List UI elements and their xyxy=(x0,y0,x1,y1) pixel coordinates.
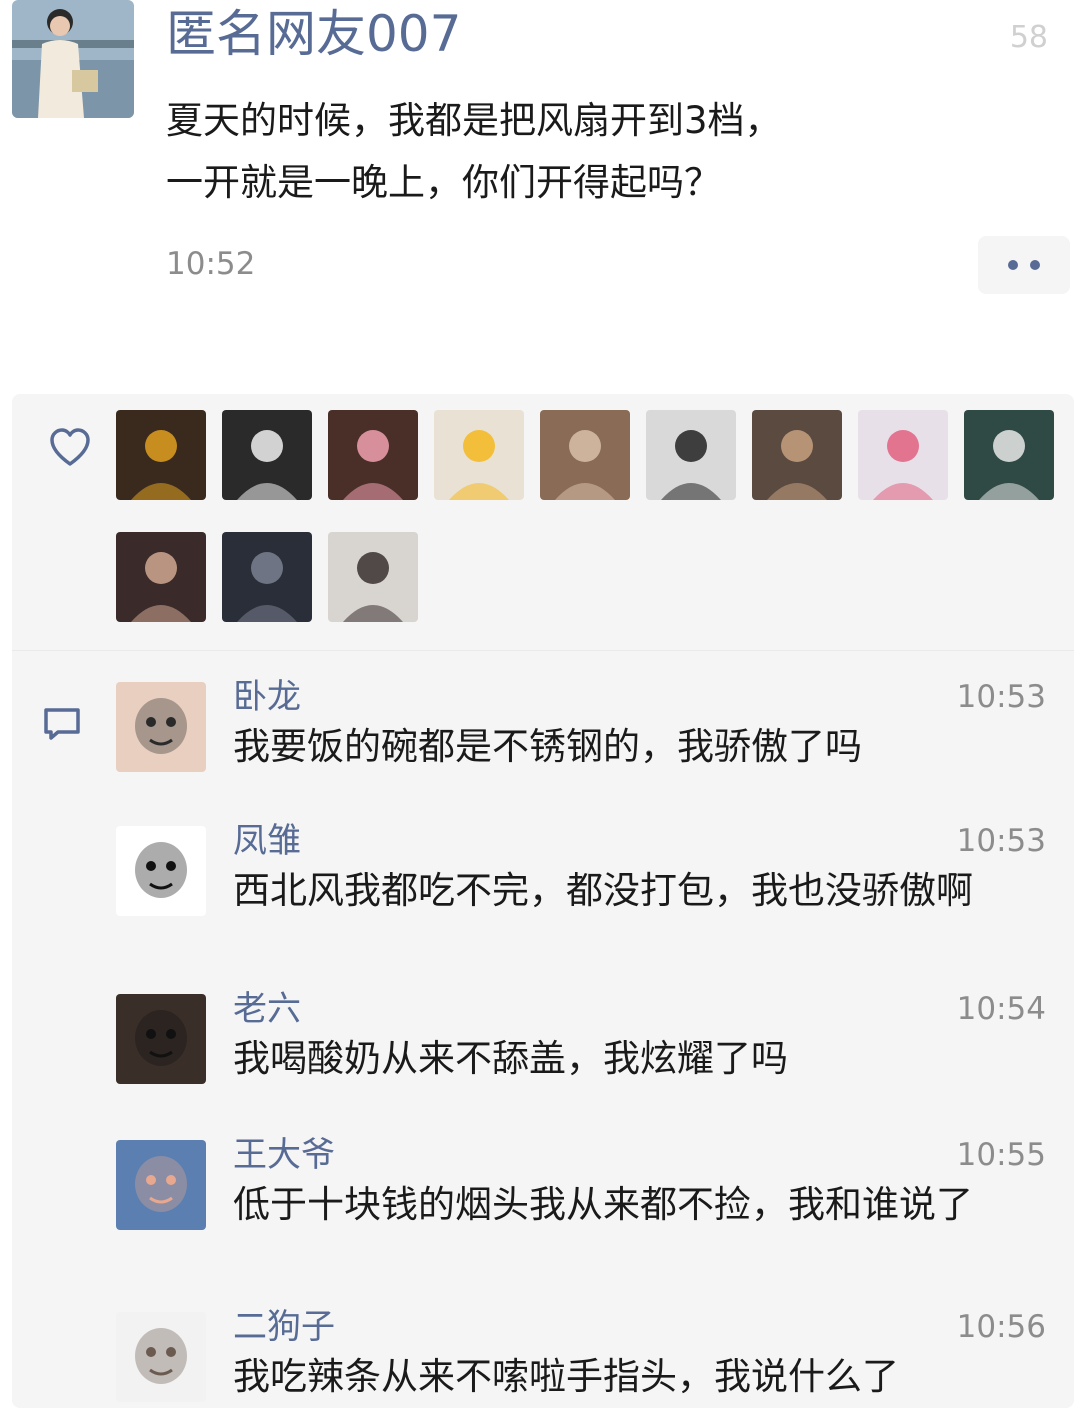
like-avatar[interactable] xyxy=(116,532,206,622)
like-avatar[interactable] xyxy=(222,410,312,500)
like-avatar[interactable] xyxy=(328,410,418,500)
post-timestamp: 10:52 xyxy=(166,246,256,282)
comment-text: 西北风我都吃不完，都没打包，我也没骄傲啊 xyxy=(233,869,973,912)
like-avatar[interactable] xyxy=(434,410,524,500)
comment-icon xyxy=(44,708,80,740)
like-avatar[interactable] xyxy=(858,410,948,500)
like-avatar[interactable] xyxy=(328,532,418,622)
commenter-name[interactable]: 卧龙 xyxy=(233,674,301,720)
like-avatar[interactable] xyxy=(964,410,1054,500)
comment-text: 我要饭的碗都是不锈钢的，我骄傲了吗 xyxy=(233,725,862,768)
commenter-avatar[interactable] xyxy=(116,994,206,1084)
like-avatar[interactable] xyxy=(116,410,206,500)
post-content-line: 一开就是一晚上，你们开得起吗？ xyxy=(166,161,721,204)
commenter-name[interactable]: 二狗子 xyxy=(233,1304,335,1350)
poster-avatar[interactable] xyxy=(12,0,134,118)
comment-timestamp: 10:56 xyxy=(956,1309,1046,1345)
comment-text: 我吃辣条从来不嗦啦手指头，我说什么了 xyxy=(233,1355,899,1398)
commenter-name[interactable]: 老六 xyxy=(233,986,301,1032)
commenter-avatar[interactable] xyxy=(116,682,206,772)
like-avatar[interactable] xyxy=(752,410,842,500)
comment-timestamp: 10:53 xyxy=(956,823,1046,859)
corner-mark: 58 xyxy=(1009,20,1048,55)
like-avatar[interactable] xyxy=(646,410,736,500)
like-avatar[interactable] xyxy=(222,532,312,622)
dot-icon xyxy=(1030,260,1040,270)
commenter-name[interactable]: 王大爷 xyxy=(233,1132,335,1178)
commenter-avatar[interactable] xyxy=(116,1312,206,1402)
commenter-avatar[interactable] xyxy=(116,1140,206,1230)
comment-timestamp: 10:54 xyxy=(956,991,1046,1027)
more-actions-button[interactable] xyxy=(978,236,1070,294)
like-avatar[interactable] xyxy=(540,410,630,500)
heart-icon xyxy=(50,428,90,466)
dot-icon xyxy=(1008,260,1018,270)
comment-text: 我喝酸奶从来不舔盖，我炫耀了吗 xyxy=(233,1037,788,1080)
comment-timestamp: 10:55 xyxy=(956,1137,1046,1173)
divider xyxy=(12,650,1074,651)
post-content: 夏天的时候，我都是把风扇开到3档， 一开就是一晚上，你们开得起吗？ xyxy=(166,90,966,214)
commenter-name[interactable]: 凤雏 xyxy=(233,818,301,864)
comment-text: 低于十块钱的烟头我从来都不捡，我和谁说了 xyxy=(233,1183,973,1226)
poster-username[interactable]: 匿名网友007 xyxy=(166,4,461,64)
interaction-panel: 卧龙 10:53 我要饭的碗都是不锈钢的，我骄傲了吗 凤雏 10:53 西北风我都吃不完，… xyxy=(12,394,1074,1408)
commenter-avatar[interactable] xyxy=(116,826,206,916)
comment-timestamp: 10:53 xyxy=(956,679,1046,715)
post-content-line: 夏天的时候，我都是把风扇开到3档， xyxy=(166,99,782,142)
